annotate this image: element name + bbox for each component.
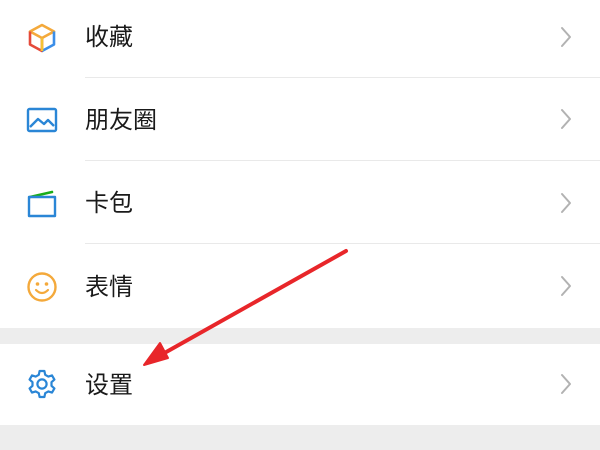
gear-icon xyxy=(26,368,58,400)
menu-item-moments[interactable]: 朋友圈 xyxy=(0,78,600,160)
chevron-right-icon xyxy=(559,192,573,214)
chevron-right-icon xyxy=(559,108,573,130)
chevron-right-icon xyxy=(559,275,573,297)
menu-item-label: 设置 xyxy=(85,371,133,399)
menu-item-label: 卡包 xyxy=(85,189,133,217)
card-wallet-icon xyxy=(26,188,58,220)
chevron-right-icon xyxy=(559,373,573,395)
me-menu-screen: 收藏 朋友圈 卡包 表情 设置 xyxy=(0,0,600,450)
favorites-cube-icon xyxy=(26,22,58,54)
smiley-face-icon xyxy=(26,271,58,303)
moments-image-icon xyxy=(26,104,58,136)
menu-group-main: 收藏 朋友圈 卡包 表情 xyxy=(0,0,600,328)
menu-item-favorites[interactable]: 收藏 xyxy=(0,0,600,77)
menu-item-card-wallet[interactable]: 卡包 xyxy=(0,161,600,243)
menu-item-settings[interactable]: 设置 xyxy=(0,344,600,425)
chevron-right-icon xyxy=(559,26,573,48)
menu-item-stickers[interactable]: 表情 xyxy=(0,244,600,328)
menu-group-settings: 设置 xyxy=(0,344,600,425)
menu-item-label: 表情 xyxy=(85,273,133,301)
menu-item-label: 收藏 xyxy=(85,23,133,51)
menu-item-label: 朋友圈 xyxy=(85,106,157,134)
